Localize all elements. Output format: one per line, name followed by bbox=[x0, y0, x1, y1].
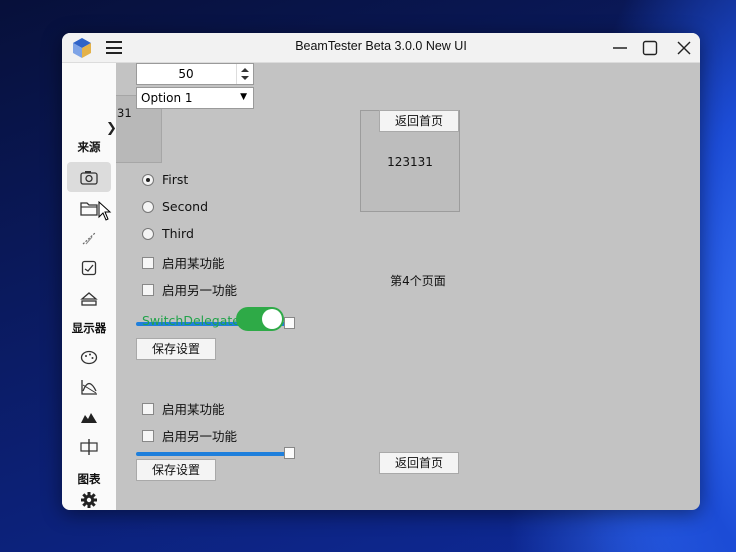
main-content: 31 50 Option 1 ▼ First Second Third 启用某功… bbox=[116, 63, 700, 510]
spinbox-value: 50 bbox=[178, 67, 194, 81]
number-spinbox[interactable]: 50 bbox=[136, 63, 254, 85]
maximize-icon[interactable] bbox=[636, 37, 664, 59]
radio-second[interactable]: Second bbox=[142, 199, 208, 214]
sidebar: ❯ 来源 显示器 图表 bbox=[62, 63, 117, 510]
radio-dot[interactable] bbox=[142, 173, 154, 186]
radio-dot[interactable] bbox=[142, 200, 154, 213]
minimize-icon[interactable] bbox=[606, 37, 634, 59]
chart-icon[interactable] bbox=[67, 372, 111, 402]
section-source: 来源 bbox=[77, 140, 101, 154]
camera-icon[interactable] bbox=[67, 162, 111, 192]
mouse-cursor-icon bbox=[98, 201, 112, 221]
page4-title: 第4个页面 bbox=[390, 274, 446, 288]
checkbox-box[interactable] bbox=[142, 402, 154, 415]
radio-dot[interactable] bbox=[142, 227, 154, 240]
switch-toggle[interactable] bbox=[236, 307, 284, 331]
switch-label: SwitchDelegate bbox=[142, 313, 240, 328]
section-display: 显示器 bbox=[71, 321, 107, 335]
window-title: BeamTester Beta 3.0.0 New UI bbox=[295, 39, 467, 53]
checkbox-enable-other-2[interactable]: 启用另一功能 bbox=[142, 426, 237, 445]
card-number: 123131 bbox=[387, 155, 433, 169]
option-combobox[interactable]: Option 1 ▼ bbox=[136, 87, 254, 109]
palette-icon[interactable] bbox=[67, 342, 111, 372]
app-window: BeamTester Beta 3.0.0 New UI ❯ 来源 显示器 图表… bbox=[62, 33, 700, 510]
beam-icon[interactable] bbox=[67, 223, 111, 253]
checkbox-box[interactable] bbox=[142, 429, 154, 442]
switch-knob[interactable] bbox=[262, 309, 282, 329]
eject-icon[interactable] bbox=[67, 283, 111, 313]
checkbox-box[interactable] bbox=[142, 256, 154, 269]
checkbox-enable-feature[interactable]: 启用某功能 bbox=[142, 253, 225, 272]
checkbox-box[interactable] bbox=[142, 283, 154, 296]
spinbox-arrows[interactable] bbox=[236, 64, 253, 84]
close-icon[interactable] bbox=[670, 37, 698, 59]
slider-track[interactable] bbox=[136, 452, 286, 456]
split-icon[interactable] bbox=[67, 432, 111, 462]
slider-handle[interactable] bbox=[284, 447, 295, 459]
mountain-icon[interactable] bbox=[67, 402, 111, 432]
combobox-value: Option 1 bbox=[141, 91, 193, 105]
save-settings-button-2[interactable]: 保存设置 bbox=[136, 459, 216, 481]
checkbox-enable-other[interactable]: 启用另一功能 bbox=[142, 280, 237, 299]
image-icon[interactable] bbox=[67, 253, 111, 283]
back-home-button[interactable]: 返回首页 bbox=[379, 110, 459, 132]
chevron-down-icon: ▼ bbox=[240, 92, 247, 102]
title-bar: BeamTester Beta 3.0.0 New UI bbox=[62, 33, 700, 63]
save-settings-button[interactable]: 保存设置 bbox=[136, 338, 216, 360]
checkbox-enable-feature-2[interactable]: 启用某功能 bbox=[142, 399, 225, 418]
back-home-button-2[interactable]: 返回首页 bbox=[379, 452, 459, 474]
slider-handle[interactable] bbox=[284, 317, 295, 329]
gear-icon[interactable] bbox=[67, 485, 111, 510]
radio-third[interactable]: Third bbox=[142, 226, 194, 241]
radio-first[interactable]: First bbox=[142, 172, 188, 187]
